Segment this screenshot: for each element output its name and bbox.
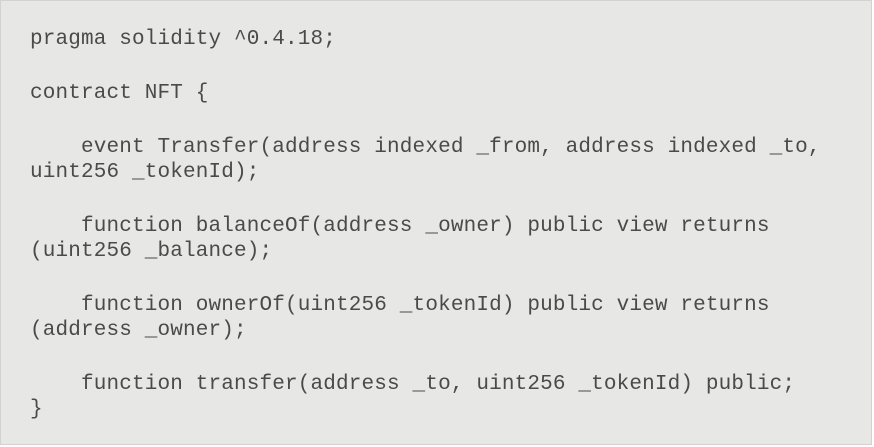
code-line-transfer: function transfer(address _to, uint256 _… [30,373,796,396]
code-line-balanceof: function balanceOf(address _owner) publi… [30,215,770,238]
code-line-ownerof-cont: (address _owner); [30,319,247,342]
code-line-balanceof-cont: (uint256 _balance); [30,240,273,263]
code-line-ownerof: function ownerOf(uint256 _tokenId) publi… [30,294,770,317]
code-line-contract-open: contract NFT { [30,82,209,105]
code-block: pragma solidity ^0.4.18; contract NFT { … [0,0,872,445]
code-line-event-transfer: event Transfer(address indexed _from, ad… [30,136,821,159]
code-line-contract-close: } [30,398,43,421]
code-line-event-transfer-cont: uint256 _tokenId); [30,161,260,184]
code-line-pragma: pragma solidity ^0.4.18; [30,28,337,51]
